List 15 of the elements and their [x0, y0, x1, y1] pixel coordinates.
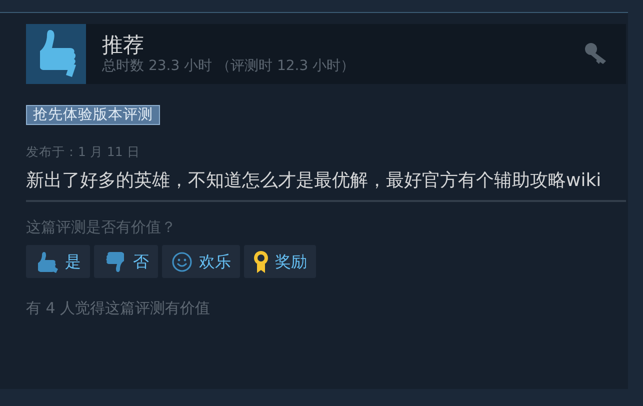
funny-button[interactable]: 欢乐	[162, 245, 240, 278]
thumbs-up-icon	[26, 24, 86, 84]
yes-button[interactable]: 是	[26, 245, 90, 278]
posted-date: 发布于：1 月 11 日	[26, 144, 141, 160]
thumbs-up-icon	[35, 250, 59, 272]
playtime-text: 总时数 23.3 小时 （评测时 12.3 小时）	[102, 57, 356, 75]
early-access-tag: 抢先体验版本评测	[26, 105, 160, 125]
helpful-question: 这篇评测是否有价值？	[26, 217, 177, 237]
review-text: 新出了好多的英雄，不知道怎么才是最优解，最好官方有个辅助攻略wiki	[26, 169, 602, 193]
no-button[interactable]: 否	[94, 245, 158, 278]
smiley-icon	[171, 250, 193, 272]
recommendation-title: 推荐	[102, 33, 145, 57]
award-ribbon-icon	[253, 250, 269, 274]
helpful-count: 有 4 人觉得这篇评测有价值	[26, 298, 212, 318]
award-button[interactable]: 奖励	[244, 245, 316, 278]
